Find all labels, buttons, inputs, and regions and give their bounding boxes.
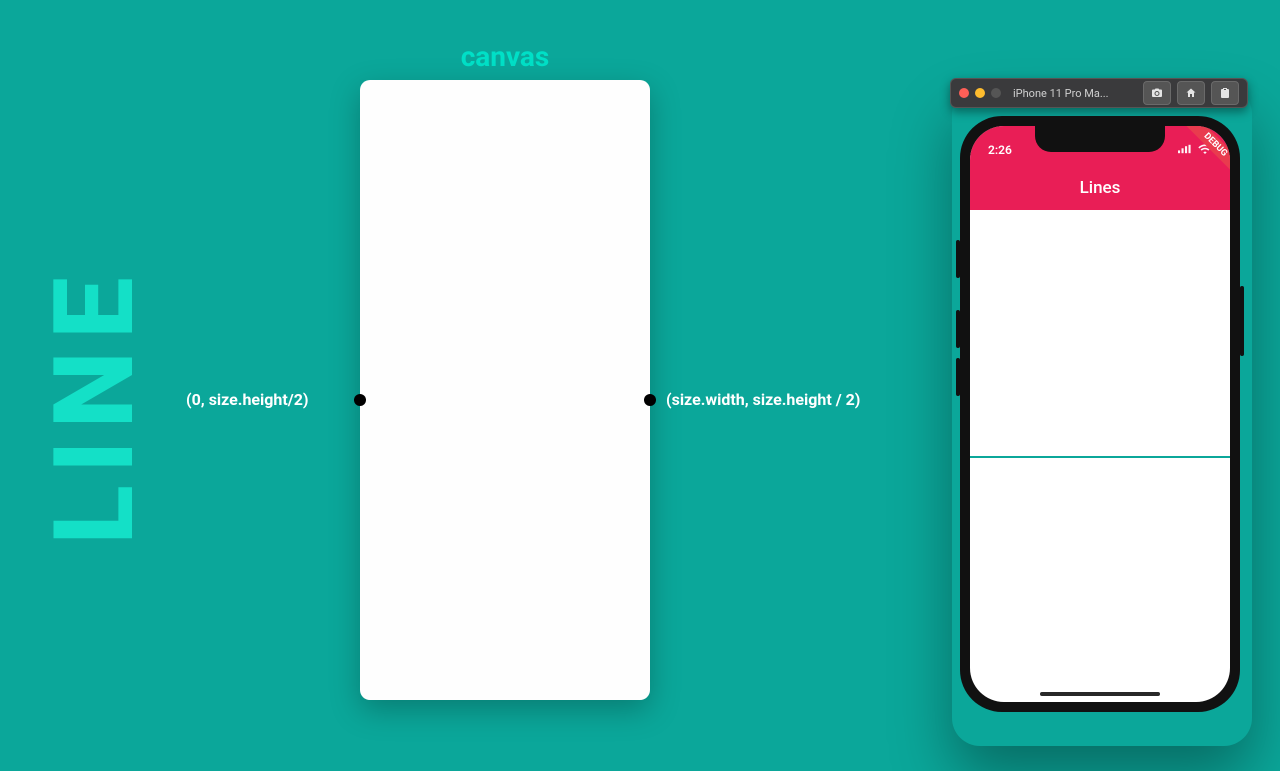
- line-start-dot: [354, 394, 366, 406]
- canvas-card: [360, 80, 650, 700]
- camera-icon: [1151, 84, 1163, 103]
- simulator-title: iPhone 11 Pro Ma...: [1013, 87, 1137, 100]
- home-indicator: [1040, 692, 1160, 696]
- home-icon: [1185, 84, 1197, 103]
- screenshot-button[interactable]: [1143, 81, 1171, 105]
- app-bar: Lines: [970, 166, 1230, 210]
- clipboard-icon: [1219, 84, 1231, 103]
- line-start-coord: (0, size.height/2): [186, 390, 309, 409]
- signal-icon: [1178, 143, 1192, 157]
- diagram-stage: LINE canvas (0, size.height/2) (size.wid…: [0, 0, 1280, 771]
- minimize-icon[interactable]: [975, 88, 985, 98]
- simulator-toolbar: iPhone 11 Pro Ma...: [950, 78, 1248, 108]
- window-traffic-lights[interactable]: [959, 88, 1001, 98]
- phone-screen: DEBUG 2:26 Lines: [970, 126, 1230, 702]
- phone-frame: DEBUG 2:26 Lines: [960, 116, 1240, 712]
- home-button[interactable]: [1177, 81, 1205, 105]
- line-end-coord: (size.width, size.height / 2): [666, 390, 860, 409]
- status-time: 2:26: [988, 143, 1012, 157]
- canvas-heading: canvas: [360, 40, 650, 73]
- phone-notch: [1035, 126, 1165, 152]
- drawn-line: [970, 456, 1230, 458]
- title-vertical: LINE: [30, 265, 159, 544]
- rotate-button[interactable]: [1211, 81, 1239, 105]
- app-bar-title: Lines: [1080, 178, 1121, 198]
- line-end-dot: [644, 394, 656, 406]
- close-icon[interactable]: [959, 88, 969, 98]
- zoom-icon[interactable]: [991, 88, 1001, 98]
